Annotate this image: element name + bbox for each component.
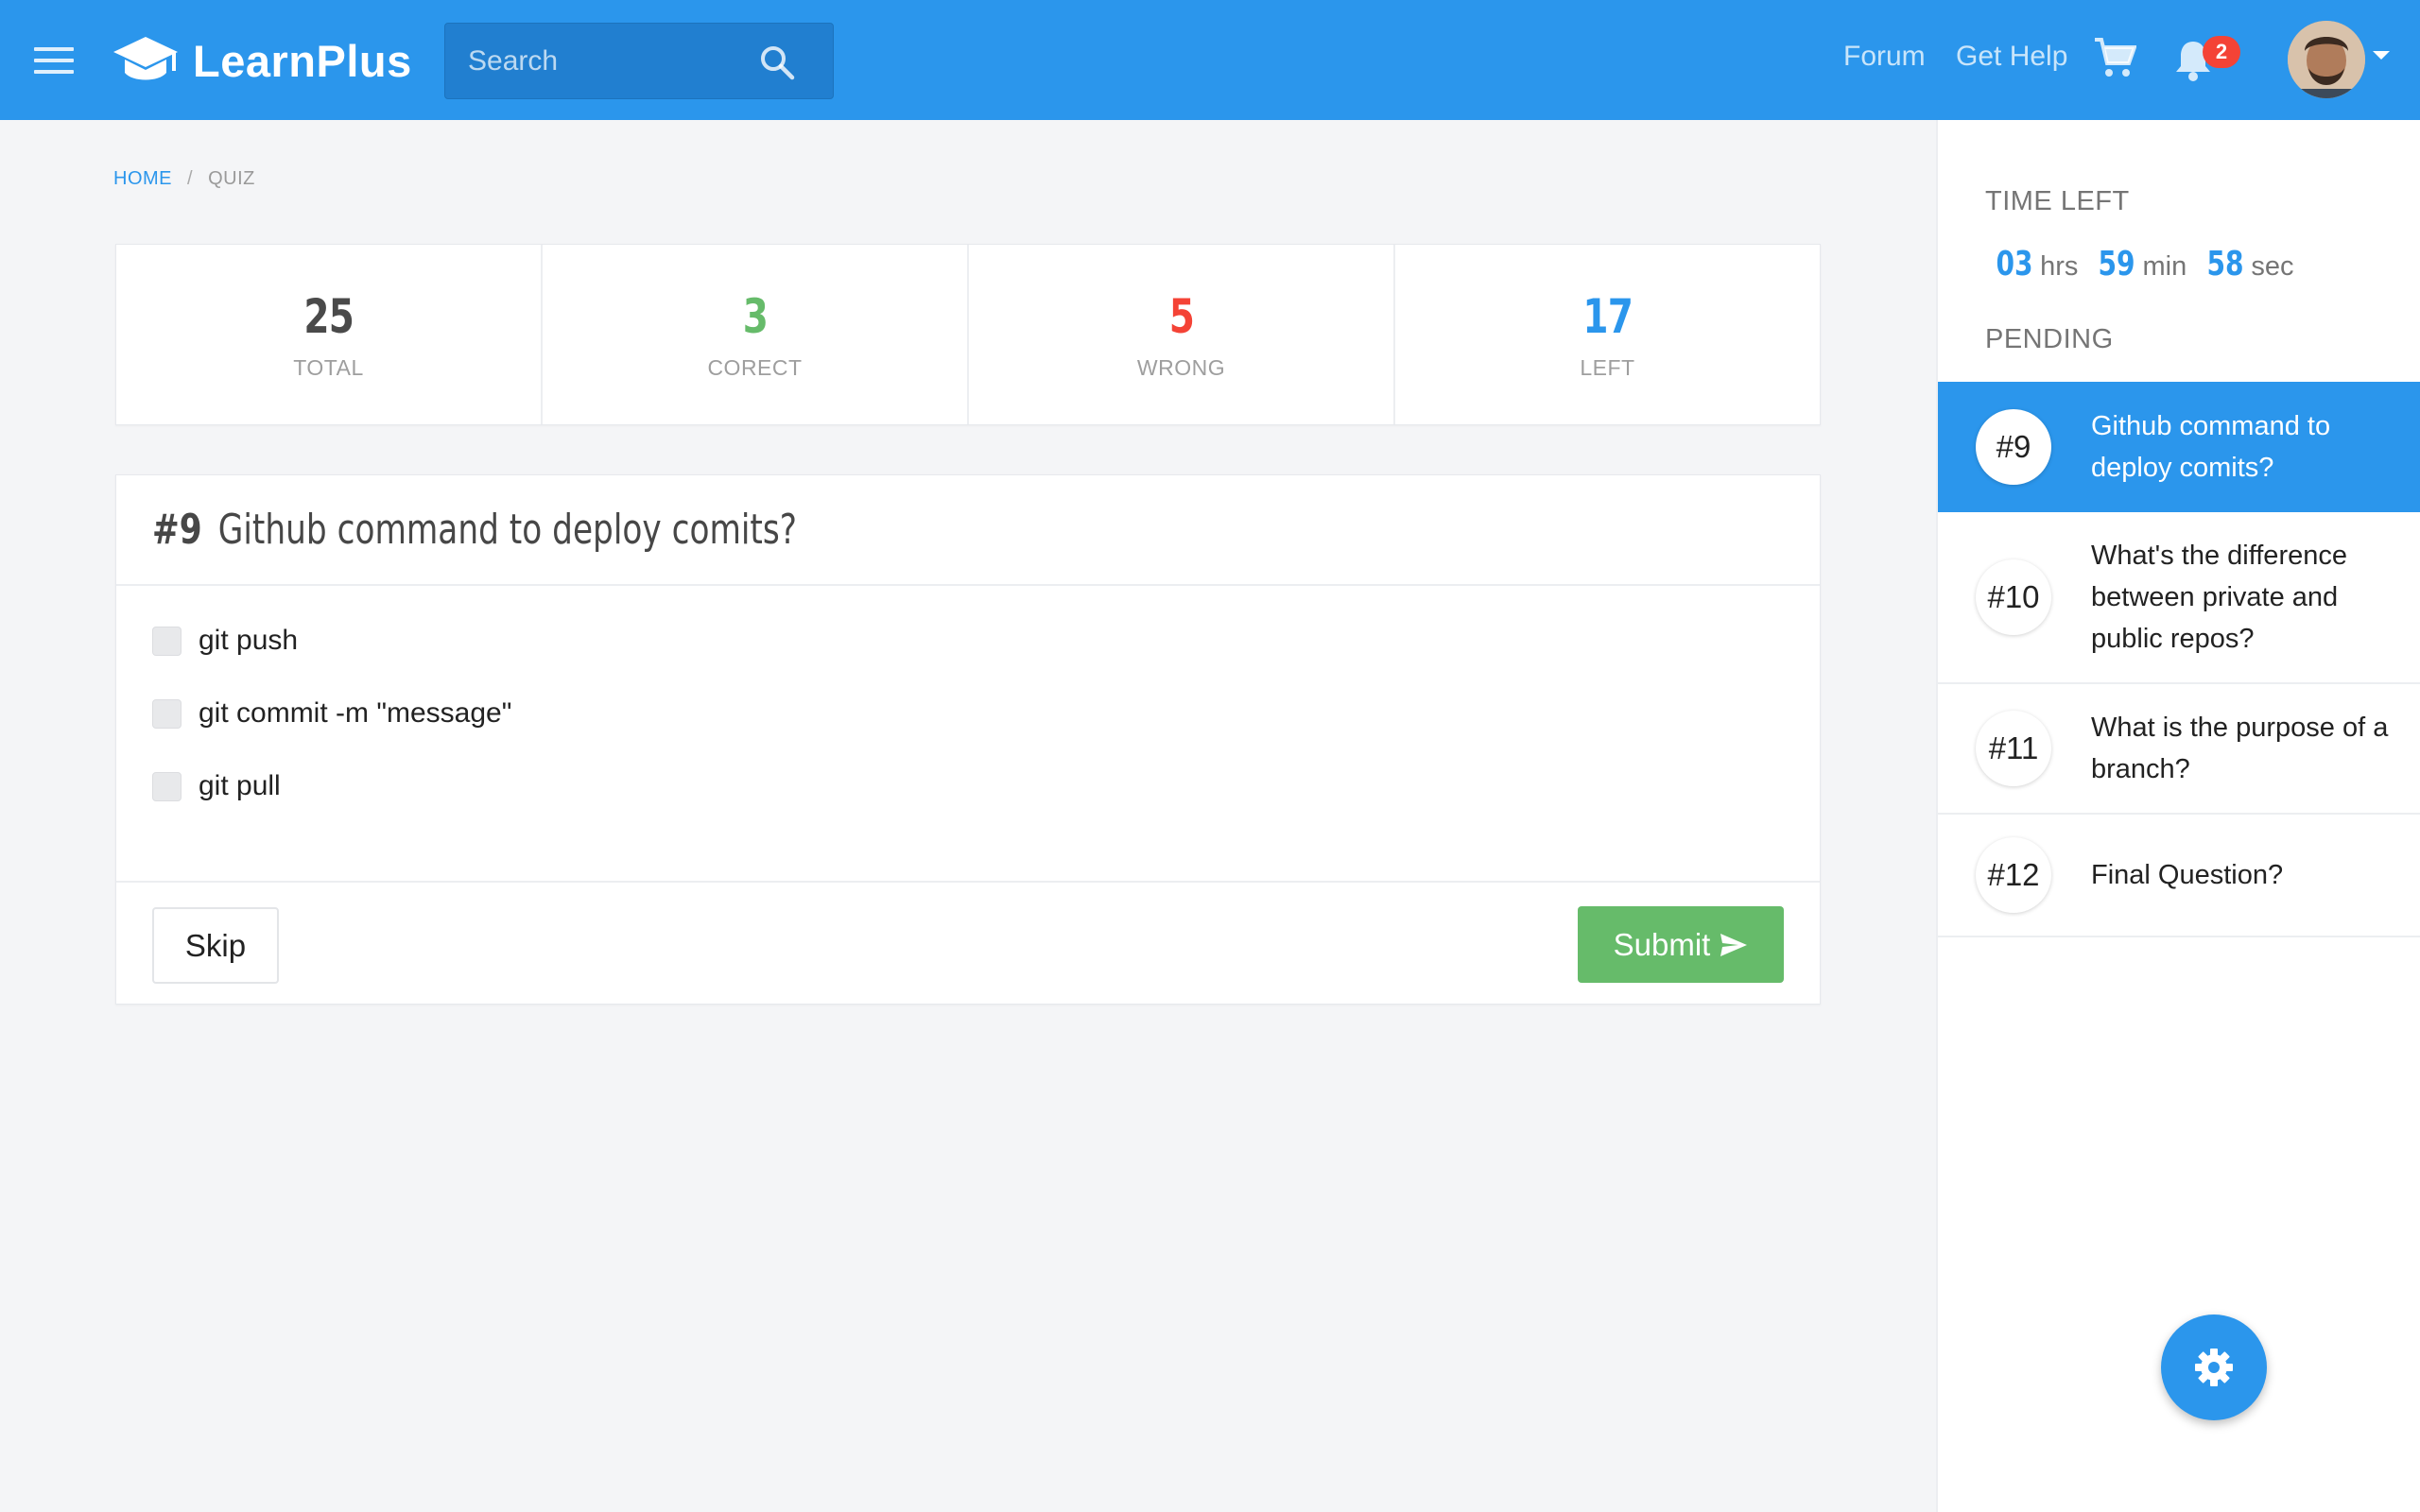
- stat-wrong: 5 WRONG: [969, 245, 1395, 424]
- answer-label: git pull: [199, 770, 281, 801]
- stat-value: 3: [742, 288, 768, 344]
- pending-question-text: Final Question?: [2091, 860, 2284, 890]
- pending-question-11[interactable]: #11 What is the purpose of a branch?: [1938, 684, 2420, 815]
- question-number: #9: [152, 506, 202, 554]
- answer-option[interactable]: git pull: [152, 769, 1820, 803]
- timer-seconds-unit: sec: [2251, 251, 2294, 282]
- search-box: [444, 23, 834, 99]
- avatar[interactable]: [2288, 21, 2365, 98]
- submit-label: Submit: [1613, 926, 1711, 962]
- stat-left: 17 LEFT: [1395, 245, 1820, 424]
- brand-logo[interactable]: LearnPlus: [112, 28, 412, 93]
- breadcrumb-separator: /: [187, 168, 194, 189]
- nav-link-get-help[interactable]: Get Help: [1956, 41, 2067, 73]
- timer-hours-unit: hrs: [2040, 251, 2079, 282]
- submit-button[interactable]: Submit: [1578, 906, 1784, 983]
- stat-label: WRONG: [1136, 354, 1226, 380]
- stat-value: 17: [1582, 288, 1633, 344]
- notification-badge: 2: [2203, 36, 2240, 68]
- timer-hours: 03: [1996, 245, 2033, 284]
- gear-icon: [2195, 1349, 2233, 1386]
- answer-option[interactable]: git commit -m "message": [152, 696, 1820, 730]
- stat-label: TOTAL: [293, 354, 364, 380]
- menu-icon[interactable]: [34, 43, 74, 77]
- graduation-cap-icon: [113, 37, 178, 80]
- stat-correct: 3 CORECT: [543, 245, 969, 424]
- question-header: #9 Github command to deploy comits?: [116, 475, 1820, 586]
- settings-fab[interactable]: [2161, 1314, 2267, 1420]
- countdown-timer: 03 hrs 59 min 58 sec: [1991, 245, 2309, 284]
- question-number-badge: #10: [1976, 559, 2051, 635]
- send-icon: [1720, 933, 1748, 956]
- stat-label: CORECT: [707, 354, 803, 380]
- question-text: Github command to deploy comits?: [217, 506, 797, 554]
- question-card: #9 Github command to deploy comits? git …: [115, 474, 1821, 1005]
- timer-minutes-unit: min: [2142, 251, 2187, 282]
- answer-checkbox[interactable]: [152, 771, 182, 801]
- time-left-heading: TIME LEFT: [1985, 186, 2130, 216]
- top-navbar: LearnPlus Forum Get Help 2: [0, 0, 2420, 120]
- pending-question-12[interactable]: #12 Final Question?: [1938, 815, 2420, 937]
- answer-label: git commit -m "message": [199, 697, 512, 729]
- pending-question-text: What's the difference between private an…: [2091, 541, 2347, 654]
- pending-question-10[interactable]: #10 What's the difference between privat…: [1938, 512, 2420, 684]
- search-icon[interactable]: [759, 44, 795, 80]
- breadcrumb: HOME / QUIZ: [113, 168, 255, 190]
- cart-icon[interactable]: [2093, 36, 2136, 79]
- pending-heading: PENDING: [1985, 324, 2114, 354]
- brand-name: LearnPlus: [193, 35, 412, 86]
- stat-value: 25: [303, 288, 354, 344]
- answer-checkbox[interactable]: [152, 626, 182, 656]
- breadcrumb-current: QUIZ: [208, 168, 255, 189]
- stat-label: LEFT: [1580, 354, 1635, 380]
- answer-checkbox[interactable]: [152, 698, 182, 729]
- pending-question-9[interactable]: #9 Github command to deploy comits?: [1938, 382, 2420, 512]
- answer-options: git push git commit -m "message" git pul…: [116, 586, 1820, 803]
- caret-down-icon[interactable]: [2373, 51, 2390, 60]
- pending-question-text: What is the purpose of a branch?: [2091, 713, 2389, 784]
- breadcrumb-home[interactable]: HOME: [113, 168, 172, 190]
- timer-minutes: 59: [2098, 245, 2136, 284]
- stat-value: 5: [1168, 288, 1194, 344]
- quiz-sidebar: TIME LEFT 03 hrs 59 min 58 sec PENDING #…: [1936, 120, 2420, 1512]
- answer-label: git push: [199, 625, 299, 656]
- stat-total: 25 TOTAL: [116, 245, 543, 424]
- nav-link-forum[interactable]: Forum: [1843, 41, 1926, 73]
- question-title: #9 Github command to deploy comits?: [152, 506, 797, 554]
- answer-option[interactable]: git push: [152, 624, 1820, 658]
- skip-button[interactable]: Skip: [152, 907, 279, 984]
- question-number-badge: #12: [1976, 837, 2051, 913]
- timer-seconds: 58: [2206, 245, 2244, 284]
- question-number-badge: #11: [1976, 711, 2051, 786]
- question-footer: Skip Submit: [116, 881, 1820, 1005]
- quiz-stats: 25 TOTAL 3 CORECT 5 WRONG 17 LEFT: [115, 244, 1821, 425]
- pending-question-text: Github command to deploy comits?: [2091, 411, 2331, 483]
- question-number-badge: #9: [1976, 409, 2051, 485]
